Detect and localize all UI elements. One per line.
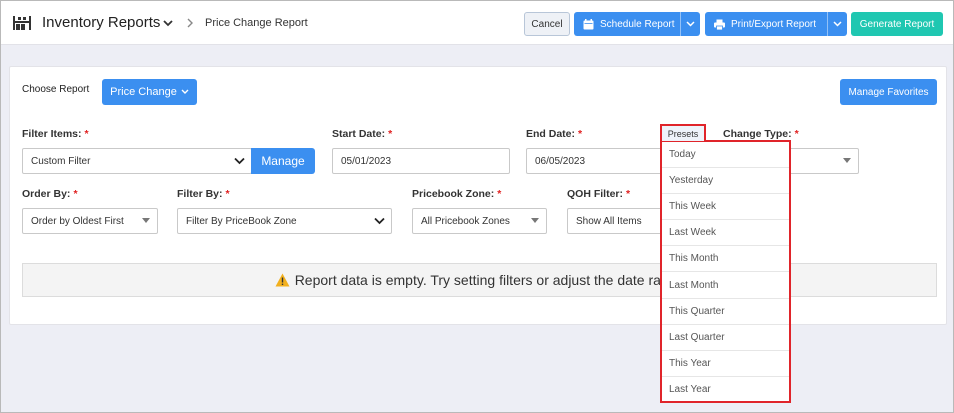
chevron-down-icon	[686, 21, 695, 27]
order-by-label: Order By: *	[22, 188, 78, 200]
generate-report-button[interactable]: Generate Report	[851, 12, 943, 36]
chevron-down-icon	[374, 217, 385, 225]
caret-down-icon	[142, 218, 150, 223]
preset-item-this-quarter[interactable]: This Quarter	[662, 299, 789, 325]
app-title: Inventory Reports	[42, 14, 161, 31]
preset-item-yesterday[interactable]: Yesterday	[662, 168, 789, 195]
chevron-right-icon	[187, 18, 193, 28]
warning-icon	[275, 273, 290, 287]
filter-by-label: Filter By: *	[177, 188, 230, 200]
end-date-input[interactable]: 06/05/2023	[526, 148, 666, 174]
empty-report-message: Report data is empty. Try setting filter…	[22, 263, 937, 297]
generate-report-label: Generate Report	[859, 18, 935, 30]
preset-item-last-quarter[interactable]: Last Quarter	[662, 325, 789, 351]
filter-items-value: Custom Filter	[31, 155, 91, 167]
empty-report-text: Report data is empty. Try setting filter…	[294, 272, 685, 288]
manage-favorites-label: Manage Favorites	[848, 86, 929, 98]
start-date-value: 05/01/2023	[341, 155, 392, 167]
printer-icon	[714, 19, 725, 30]
print-export-label: Print/Export Report	[731, 18, 817, 30]
print-dropdown-toggle[interactable]	[827, 12, 847, 36]
presets-tab[interactable]: Presets	[660, 124, 706, 141]
presets-tab-label: Presets	[667, 128, 699, 139]
filter-items-label: Filter Items: *	[22, 128, 89, 140]
filter-by-value: Filter By PriceBook Zone	[186, 215, 297, 227]
end-date-value: 06/05/2023	[535, 155, 586, 167]
choose-report-label: Choose Report	[22, 84, 90, 95]
cancel-button[interactable]: Cancel	[524, 12, 570, 36]
pricebook-zone-value: All Pricebook Zones	[421, 215, 510, 227]
chevron-down-icon	[181, 89, 189, 94]
qoh-filter-select[interactable]: Show All Items	[567, 208, 667, 234]
schedule-dropdown-toggle[interactable]	[680, 12, 700, 36]
pricebook-zone-select[interactable]: All Pricebook Zones	[412, 208, 547, 234]
preset-item-today[interactable]: Today	[662, 142, 789, 169]
qoh-filter-value: Show All Items	[576, 215, 642, 227]
filter-by-select[interactable]: Filter By PriceBook Zone	[177, 208, 392, 234]
chevron-down-icon	[833, 21, 842, 27]
selected-report: Price Change	[110, 86, 177, 98]
manage-favorites-button[interactable]: Manage Favorites	[840, 79, 937, 105]
report-selector-button[interactable]: Price Change	[102, 79, 197, 105]
pricebook-zone-label: Pricebook Zone: *	[412, 188, 502, 200]
start-date-input[interactable]: 05/01/2023	[332, 148, 510, 174]
change-type-label: Change Type: *	[723, 128, 799, 140]
print-export-button[interactable]: Print/Export Report	[705, 12, 847, 36]
preset-item-this-year[interactable]: This Year	[662, 351, 789, 377]
schedule-report-label: Schedule Report	[600, 18, 675, 30]
chevron-down-icon	[234, 157, 245, 165]
start-date-label: Start Date: *	[332, 128, 393, 140]
order-by-value: Order by Oldest First	[31, 215, 124, 227]
end-date-label: End Date: *	[526, 128, 583, 140]
qoh-filter-label: QOH Filter: *	[567, 188, 631, 200]
report-panel: Choose Report Price Change Manage Favori…	[9, 66, 947, 325]
breadcrumb-current: Price Change Report	[205, 17, 308, 29]
schedule-report-button[interactable]: Schedule Report	[574, 12, 700, 36]
manage-filter-button[interactable]: Manage	[251, 148, 315, 174]
order-by-select[interactable]: Order by Oldest First	[22, 208, 158, 234]
calendar-icon	[583, 18, 594, 29]
preset-item-last-week[interactable]: Last Week	[662, 220, 789, 247]
preset-item-this-week[interactable]: This Week	[662, 194, 789, 221]
inventory-icon	[13, 16, 31, 30]
caret-down-icon	[843, 158, 851, 163]
presets-menu: Today Yesterday This Week Last Week This…	[660, 140, 791, 403]
caret-down-icon	[531, 218, 539, 223]
manage-filter-label: Manage	[261, 154, 305, 168]
preset-item-this-month[interactable]: This Month	[662, 246, 789, 273]
filter-items-select[interactable]: Custom Filter	[22, 148, 252, 174]
top-bar: Inventory Reports Price Change Report Ca…	[1, 1, 953, 45]
preset-item-last-year[interactable]: Last Year	[662, 377, 789, 403]
chevron-down-icon[interactable]	[162, 17, 174, 29]
preset-item-last-month[interactable]: Last Month	[662, 272, 789, 299]
cancel-button-label: Cancel	[531, 18, 563, 30]
